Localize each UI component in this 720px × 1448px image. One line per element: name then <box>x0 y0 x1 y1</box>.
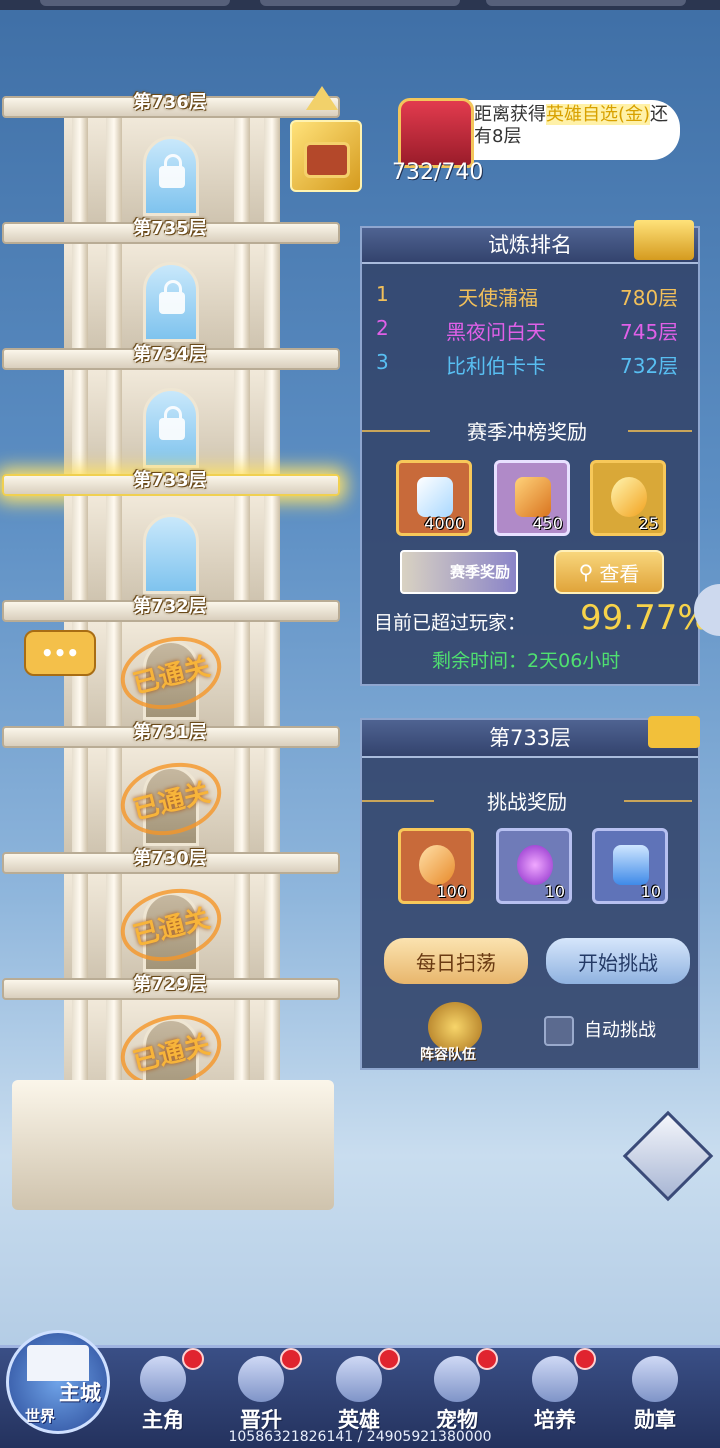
nav-item-heroes[interactable]: 英雄 <box>314 1348 404 1434</box>
reward-item-orb[interactable]: 10 <box>496 828 572 904</box>
view-button[interactable]: ⚲ 查看 <box>554 550 664 594</box>
ranking-row[interactable]: 3 比利伯卡卡 732层 <box>362 350 692 384</box>
reward-item-crystal[interactable]: 450 <box>494 460 570 536</box>
potion-icon <box>613 845 649 885</box>
warning-triangle-icon <box>306 86 338 110</box>
floor-label: 第732层 <box>133 596 207 617</box>
season-rewards-heading: 赛季冲榜奖励 <box>467 420 587 444</box>
auto-challenge-checkbox[interactable] <box>544 1016 574 1046</box>
notification-dot <box>574 1348 596 1370</box>
remaining-time: 剩余时间：2天06小时 <box>432 650 621 672</box>
floor-chest-icon[interactable] <box>290 120 362 192</box>
skull-flame-icon <box>419 845 455 885</box>
diamond-icon <box>417 477 453 517</box>
team-label: 阵容队伍 <box>420 1047 476 1063</box>
floor-label: 第734层 <box>133 344 207 365</box>
floor-label: 第736层 <box>133 92 207 113</box>
floor-panel: 第733层 挑战奖励 100 10 10 每日扫荡 开始挑战 阵容队伍 自动挑战 <box>360 716 700 1070</box>
floor-label: 第735层 <box>133 218 207 239</box>
season-badge[interactable]: 赛季奖励 <box>400 550 518 594</box>
swirl-menu-icon[interactable] <box>622 1110 714 1202</box>
lion-icon <box>140 1356 186 1402</box>
notification-dot <box>378 1348 400 1370</box>
reward-chest-icon[interactable] <box>398 98 474 168</box>
nav-main-city[interactable]: 主城 世界 <box>6 1330 110 1434</box>
nav-item-medals[interactable]: 勋章 <box>610 1350 700 1434</box>
tower-floor-733[interactable]: 第733层 <box>2 470 340 600</box>
medal-icon <box>632 1356 678 1402</box>
nav-item-hero-main[interactable]: 主角 <box>118 1348 208 1434</box>
notification-dot <box>476 1348 498 1370</box>
progress-count: 732/740 <box>392 160 484 185</box>
podium-icon[interactable] <box>634 220 694 260</box>
lock-icon <box>159 154 185 188</box>
purple-orb-icon <box>517 845 553 885</box>
chat-bubble-button[interactable]: ••• <box>24 630 96 676</box>
footer-id: 10586321826141 / 24905921380000 <box>228 1429 492 1445</box>
tower-floor-730[interactable]: 已通关 第730层 <box>2 848 340 978</box>
castle-icon <box>27 1345 89 1381</box>
video-replay-icon[interactable] <box>648 716 700 748</box>
floor-label: 第733层 <box>133 470 207 491</box>
lock-icon <box>159 280 185 314</box>
reward-item-diamond[interactable]: 4000 <box>396 460 472 536</box>
progress-text: 距离获得英雄自选(金)还有8层 <box>474 104 669 147</box>
floor-label: 第730层 <box>133 848 207 869</box>
start-challenge-button[interactable]: 开始挑战 <box>546 938 690 984</box>
search-icon: ⚲ <box>578 560 594 584</box>
tower-floor-731[interactable]: 已通关 第731层 <box>2 722 340 852</box>
nav-item-promote[interactable]: 晋升 <box>216 1348 306 1434</box>
ranking-row[interactable]: 2 黑夜问白天 745层 <box>362 316 692 350</box>
challenge-rewards-heading: 挑战奖励 <box>487 790 567 814</box>
tower-floor-735[interactable]: 第735层 <box>2 218 340 348</box>
tower-base <box>12 1080 334 1210</box>
notification-dot <box>280 1348 302 1370</box>
daily-sweep-button[interactable]: 每日扫荡 <box>384 938 528 984</box>
floor-label: 第729层 <box>133 974 207 995</box>
lock-icon <box>159 406 185 440</box>
notification-dot <box>182 1348 204 1370</box>
pet-icon <box>434 1356 480 1402</box>
surpass-label: 目前已超过玩家： <box>374 612 527 634</box>
ranking-panel: 试炼排名 1 天使蒲福 780层 2 黑夜问白天 745层 3 比利伯卡卡 73… <box>360 220 710 686</box>
floor-label: 第731层 <box>133 722 207 743</box>
nav-item-train[interactable]: 培养 <box>510 1348 600 1434</box>
ranking-row[interactable]: 1 天使蒲福 780层 <box>362 282 692 316</box>
reward-item-flame[interactable]: 25 <box>590 460 666 536</box>
reward-item-potion[interactable]: 10 <box>592 828 668 904</box>
star-emblem-icon <box>532 1356 578 1402</box>
crystal-icon <box>515 477 551 517</box>
auto-challenge-label: 自动挑战 <box>584 1020 656 1041</box>
flame-icon <box>611 477 647 517</box>
tower-floor-734[interactable]: 第734层 <box>2 344 340 474</box>
helmet-icon <box>336 1356 382 1402</box>
reward-item-skull[interactable]: 100 <box>398 828 474 904</box>
nav-item-pets[interactable]: 宠物 <box>412 1348 502 1434</box>
surpass-value: 99.77% <box>580 598 710 638</box>
wings-icon <box>238 1356 284 1402</box>
